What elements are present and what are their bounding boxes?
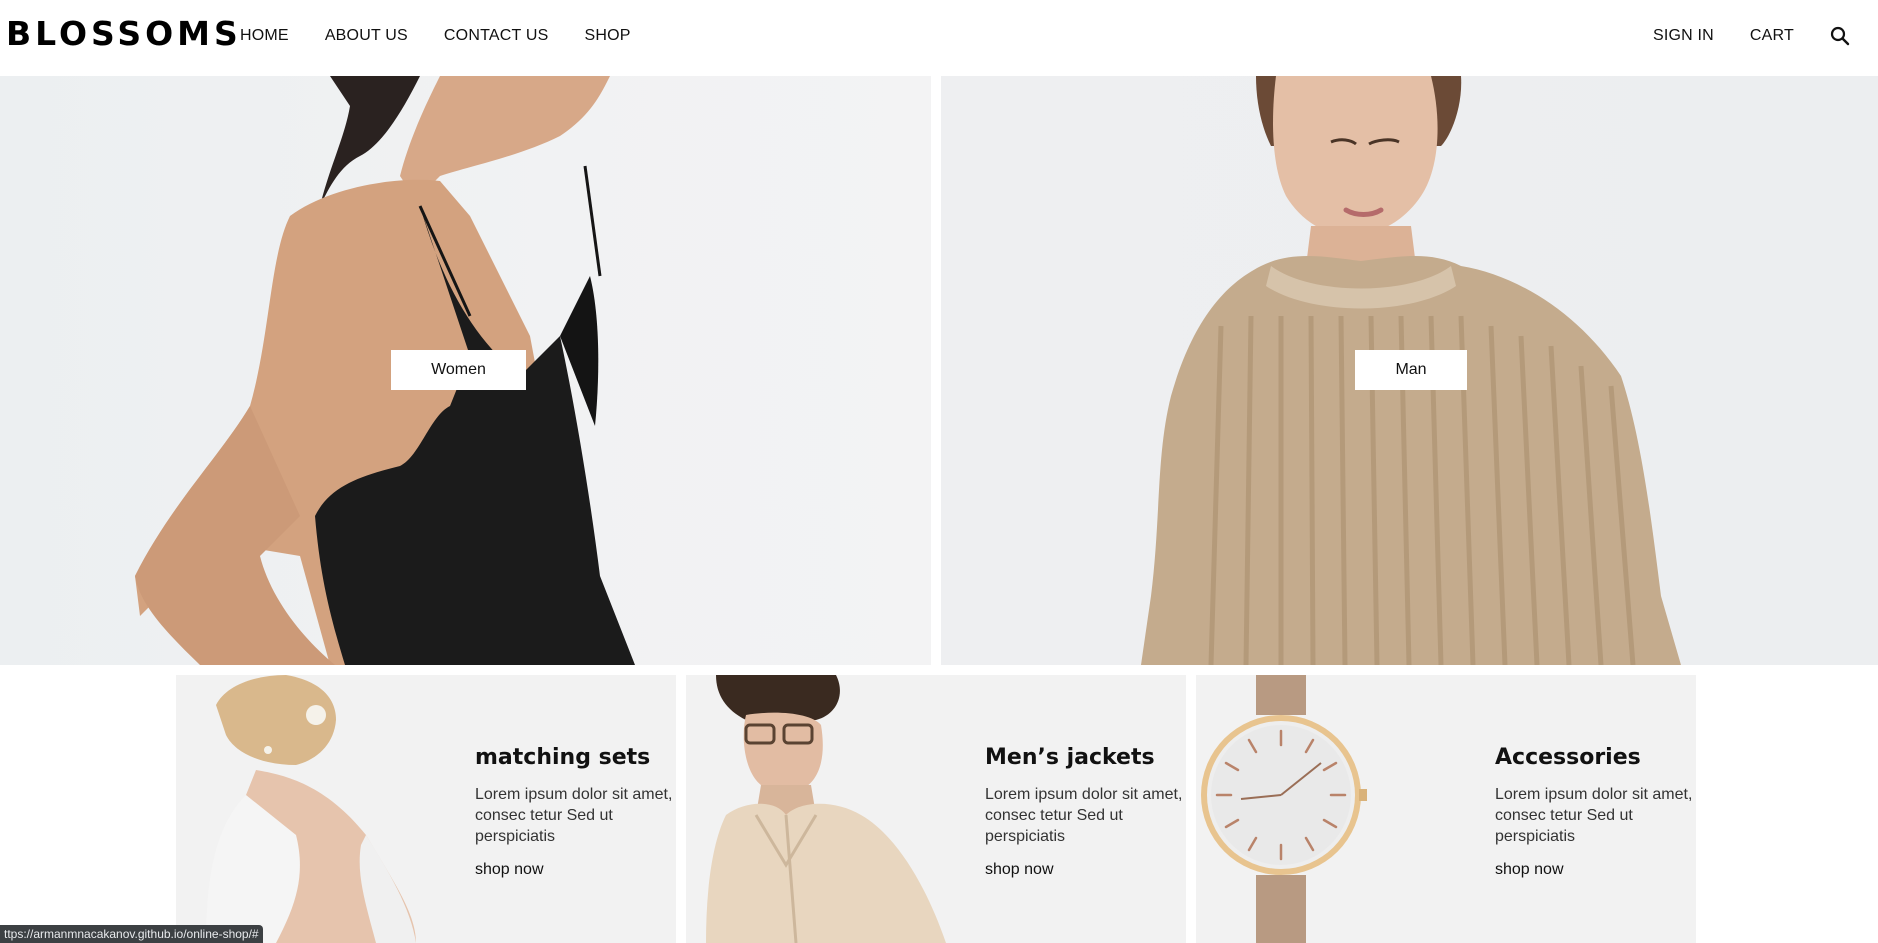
brand-logo[interactable]: BLOSSOMS [6,14,242,53]
card-description: Lorem ipsum dolor sit amet, consec tetur… [985,786,1183,845]
card-title: Men’s jackets [985,745,1155,770]
hero-section: Women Man [0,76,1878,665]
nav-contact-us[interactable]: CONTACT US [444,27,549,45]
account-nav: SIGN IN CART [1653,0,1850,72]
matching-sets-image [206,675,416,943]
category-card-mens-jackets[interactable]: Men’s jackets Lorem ipsum dolor sit amet… [686,675,1186,943]
category-card-accessories[interactable]: Accessories Lorem ipsum dolor sit amet, … [1196,675,1696,943]
main-nav: HOME ABOUT US CONTACT US SHOP [240,0,631,72]
nav-home[interactable]: HOME [240,27,289,45]
category-cards: matching sets Lorem ipsum dolor sit amet… [176,675,1696,943]
card-description: Lorem ipsum dolor sit amet, consec tetur… [1495,786,1693,845]
man-category-button[interactable]: Man [1355,350,1467,390]
mens-jackets-image [706,675,946,943]
women-panel[interactable]: Women [0,76,931,665]
sign-in-link[interactable]: SIGN IN [1653,27,1714,45]
card-title: Accessories [1495,745,1641,770]
shop-now-link[interactable]: shop now [1495,861,1564,878]
women-category-button[interactable]: Women [391,350,526,390]
shop-now-link[interactable]: shop now [985,861,1054,878]
shop-now-link[interactable]: shop now [475,861,544,878]
card-title: matching sets [475,745,651,770]
card-description: Lorem ipsum dolor sit amet, consec tetur… [475,786,673,845]
cart-link[interactable]: CART [1750,27,1794,45]
nav-shop[interactable]: SHOP [584,27,630,45]
category-card-matching-sets[interactable]: matching sets Lorem ipsum dolor sit amet… [176,675,676,943]
search-icon[interactable] [1830,26,1850,46]
nav-about-us[interactable]: ABOUT US [325,27,408,45]
man-panel[interactable]: Man [941,76,1878,665]
site-header: BLOSSOMS HOME ABOUT US CONTACT US SHOP S… [0,0,1878,76]
status-bar-url: ttps://armanmnacakanov.github.io/online-… [0,925,263,943]
accessories-image [1201,675,1367,943]
